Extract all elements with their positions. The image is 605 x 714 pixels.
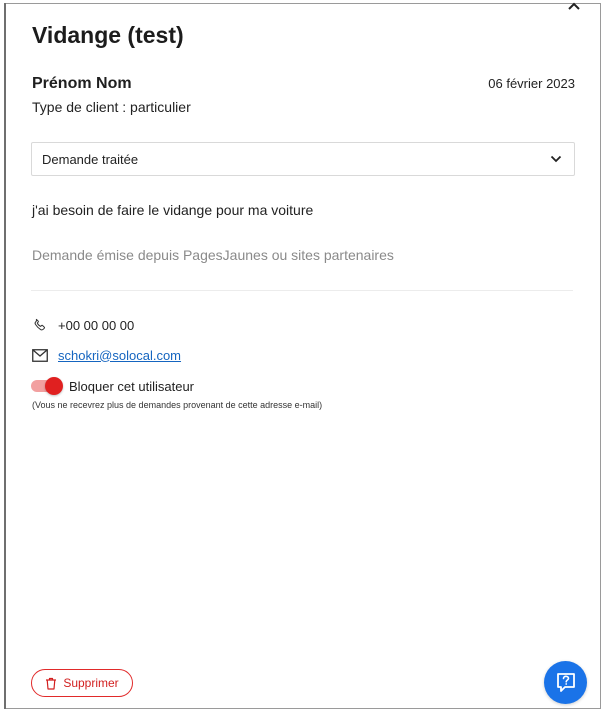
phone-number: +00 00 00 00 bbox=[58, 317, 135, 333]
request-date: 06 février 2023 bbox=[488, 76, 575, 91]
page-title: Vidange (test) bbox=[32, 22, 184, 48]
collapse-button[interactable] bbox=[566, 0, 582, 12]
block-user-hint: (Vous ne recevrez plus de demandes prove… bbox=[32, 400, 323, 410]
help-chat-button[interactable] bbox=[544, 661, 587, 704]
block-row: Bloquer cet utilisateur bbox=[31, 377, 194, 395]
delete-button[interactable]: Supprimer bbox=[31, 669, 133, 697]
status-select[interactable]: Demande traitée bbox=[31, 142, 575, 176]
request-message: j'ai besoin de faire le vidange pour ma … bbox=[32, 202, 314, 218]
chevron-up-icon bbox=[568, 2, 580, 10]
block-user-toggle[interactable] bbox=[31, 377, 63, 395]
toggle-thumb bbox=[45, 377, 63, 395]
chevron-down-icon bbox=[550, 155, 562, 163]
email-row: schokri@solocal.com bbox=[31, 346, 181, 364]
request-source: Demande émise depuis PagesJaunes ou site… bbox=[32, 247, 394, 263]
mail-icon bbox=[31, 346, 49, 364]
phone-icon bbox=[31, 316, 49, 334]
block-user-label: Bloquer cet utilisateur bbox=[69, 378, 195, 394]
email-link[interactable]: schokri@solocal.com bbox=[58, 348, 181, 363]
customer-name: Prénom Nom bbox=[32, 75, 132, 92]
status-select-value: Demande traitée bbox=[42, 151, 139, 167]
client-type: Type de client : particulier bbox=[32, 99, 191, 115]
divider bbox=[31, 290, 573, 291]
delete-button-label: Supprimer bbox=[63, 676, 119, 690]
phone-row: +00 00 00 00 bbox=[31, 316, 134, 334]
panel-left-edge bbox=[4, 3, 6, 709]
help-chat-icon bbox=[556, 672, 575, 692]
trash-icon bbox=[46, 677, 57, 690]
